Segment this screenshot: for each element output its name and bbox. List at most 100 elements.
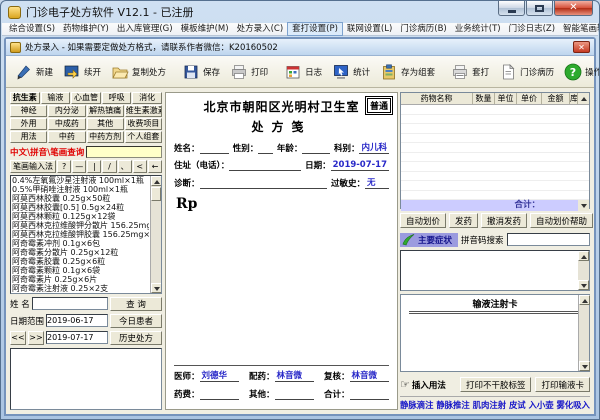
print-sticker-button[interactable]: 打印不干胶标签: [460, 377, 532, 392]
drug-list-item[interactable]: 阿莫西林克拉维酸钾胶囊 156.25mg×18粒: [11, 230, 149, 239]
toolbar-new-button[interactable]: 新建: [10, 60, 58, 84]
scroll-down-icon[interactable]: [151, 283, 162, 293]
stroke-heng-button[interactable]: —: [72, 160, 86, 173]
usage-iv-push-link[interactable]: 静脉推注: [436, 399, 470, 411]
scroll-up-icon[interactable]: [151, 176, 162, 186]
cat-antibiotics-button[interactable]: 抗生素: [10, 92, 40, 104]
menu-item-stroke-input[interactable]: 智能笔画输入法(S): [559, 23, 600, 35]
cat-other-button[interactable]: 其他: [87, 118, 124, 130]
cat-personal-set-button[interactable]: 个人组套: [125, 131, 162, 143]
drug-list-item[interactable]: 阿莫西林颗粒 0.125g×12袋: [11, 212, 149, 221]
symptom-notes-box[interactable]: [400, 250, 590, 291]
cat-charge-items-button[interactable]: 收费项目: [125, 118, 162, 130]
main-symptoms-tab[interactable]: 主要症状: [400, 233, 458, 247]
stroke-backspace-button[interactable]: ←: [148, 160, 162, 173]
prev-date-button[interactable]: <<: [10, 331, 26, 345]
stroke-question-button[interactable]: ?: [57, 160, 71, 173]
cat-chinese-patent-button[interactable]: 中成药: [48, 118, 85, 130]
cat-neuro-button[interactable]: 神经: [10, 105, 47, 117]
usage-small-pot-link[interactable]: 入小壶: [529, 399, 554, 411]
toolbar-help-button[interactable]: ? 操作帮助: [559, 60, 600, 84]
menu-item-network-settings[interactable]: 联网设置(L): [343, 23, 396, 35]
cat-digestive-button[interactable]: 消化: [132, 92, 162, 104]
drug-list-item[interactable]: 阿奇霉素胶囊 0.25g×6粒: [11, 257, 149, 266]
history-listbox[interactable]: [10, 348, 162, 410]
cat-chinese-herb-button[interactable]: 中药: [48, 131, 85, 143]
toolbar-overlay-print-button[interactable]: 套打: [446, 60, 494, 84]
drug-list-item[interactable]: 阿奇霉素分散片 0.25g×12粒: [11, 248, 149, 257]
menu-item-prescription-entry[interactable]: 处方录入(C): [233, 23, 288, 35]
date-from-input[interactable]: [46, 314, 108, 327]
cat-respiratory-button[interactable]: 呼吸: [102, 92, 132, 104]
cat-usage-button[interactable]: 用法: [10, 131, 47, 143]
drug-list-item[interactable]: 0.5%甲硝唑注射液 100ml×1瓶: [11, 185, 149, 194]
stroke-shu-button[interactable]: |: [87, 160, 101, 173]
date-to-input[interactable]: [46, 331, 108, 344]
insert-usage-link[interactable]: ☞ 插入用法: [400, 379, 446, 391]
toolbar-save-button[interactable]: 保存: [177, 60, 225, 84]
scroll-up-icon[interactable]: [579, 295, 590, 305]
menu-item-print-settings[interactable]: 套打设置(P): [287, 22, 343, 36]
print-infusion-card-button[interactable]: 打印输液卡: [535, 377, 590, 392]
history-prescription-button[interactable]: 历史处方: [110, 331, 162, 345]
menu-item-outpatient-record[interactable]: 门诊病历(B): [396, 23, 450, 35]
query-button[interactable]: 查 询: [110, 297, 162, 311]
drug-list-item[interactable]: 阿莫西林胶囊[0.5] 0.5g×24粒: [11, 203, 149, 212]
toolbar-stats-button[interactable]: 统计: [327, 60, 375, 84]
drug-list-item[interactable]: 阿奇霉素颗粒 0.1g×6袋: [11, 266, 149, 275]
today-patients-button[interactable]: 今日患者: [110, 314, 162, 328]
scroll-down-icon[interactable]: [578, 280, 589, 290]
toolbar-copy-prescription-button[interactable]: 复制处方: [106, 60, 171, 84]
drug-list-scrollbar[interactable]: [150, 176, 161, 293]
cat-antipyretic-button[interactable]: 解热镇痛: [87, 105, 124, 117]
prescription-type-badge[interactable]: 普通: [367, 98, 391, 113]
stroke-zhe-button[interactable]: <: [133, 160, 147, 173]
stroke-pie-button[interactable]: /: [102, 160, 116, 173]
scroll-down-icon[interactable]: [579, 361, 590, 371]
table-scroll-bottom[interactable]: [578, 200, 589, 211]
maximize-button[interactable]: [526, 1, 553, 16]
usage-im-injection-link[interactable]: 肌肉注射: [473, 399, 507, 411]
auto-price-button[interactable]: 自动划价: [400, 213, 446, 228]
pinyin-search-input[interactable]: [507, 233, 590, 246]
menu-item-template[interactable]: 模板维护(M): [177, 23, 233, 35]
drug-list-item[interactable]: 阿奇霉素冲剂 0.1g×6包: [11, 239, 149, 248]
cat-herbal-formula-button[interactable]: 中药方剂: [87, 131, 124, 143]
toolbar-save-set-button[interactable]: 存为组套: [375, 60, 440, 84]
drug-list-item[interactable]: 阿莫西林克拉维酸钾分散片 156.25mg×1: [11, 221, 149, 230]
menu-item-business-stats[interactable]: 业务统计(T): [451, 23, 505, 35]
inner-close-button[interactable]: ✕: [573, 41, 590, 53]
cat-endocrine-button[interactable]: 内分泌: [48, 105, 85, 117]
cat-vitamin-hormone-button[interactable]: 维生素激素: [125, 105, 162, 117]
stroke-dian-button[interactable]: 、: [118, 160, 132, 173]
usage-iv-drip-link[interactable]: 静脉滴注: [400, 399, 434, 411]
menu-item-drug-maintenance[interactable]: 药物维护(Y): [59, 23, 113, 35]
toolbar-record-button[interactable]: 门诊病历: [494, 60, 559, 84]
next-date-button[interactable]: >>: [28, 331, 44, 345]
menu-item-inventory[interactable]: 出入库管理(G): [113, 23, 177, 35]
auto-price-help-button[interactable]: 自动划价帮助: [530, 213, 593, 228]
undo-dispense-button[interactable]: 撤消发药: [481, 213, 527, 228]
menu-item-clinic-log[interactable]: 门诊日志(Z): [505, 23, 559, 35]
drug-search-input[interactable]: [86, 146, 162, 158]
drug-list-item[interactable]: 阿奇霉素片 0.25g×6片: [11, 275, 149, 284]
drug-list-item[interactable]: 阿昔洛韦片 0.1g×24片: [11, 293, 149, 294]
drug-list-item[interactable]: 阿莫西林胶囊 0.25g×50粒: [11, 194, 149, 203]
menu-item-general-settings[interactable]: 综合设置(S): [5, 23, 59, 35]
toolbar-continue-button[interactable]: 续开: [58, 60, 106, 84]
drug-list-item[interactable]: 阿奇霉素注射液 0.25×2支: [11, 284, 149, 293]
usage-nebulizer-link[interactable]: 雾化吸入: [556, 399, 590, 411]
close-button[interactable]: ✕: [554, 1, 593, 16]
scroll-up-icon[interactable]: [578, 251, 589, 261]
minimize-button[interactable]: [498, 1, 525, 16]
toolbar-print-button[interactable]: 打印: [225, 60, 273, 84]
notes-scrollbar[interactable]: [578, 251, 589, 290]
cat-infusion-button[interactable]: 输液: [41, 92, 71, 104]
usage-skin-test-link[interactable]: 皮试: [509, 399, 526, 411]
card-scrollbar[interactable]: [578, 295, 589, 371]
patient-name-input[interactable]: [32, 297, 108, 310]
cat-external-button[interactable]: 外用: [10, 118, 47, 130]
scrollbar-thumb[interactable]: [151, 187, 161, 201]
dispense-button[interactable]: 发药: [449, 213, 478, 228]
table-scroll-top[interactable]: [578, 93, 589, 104]
